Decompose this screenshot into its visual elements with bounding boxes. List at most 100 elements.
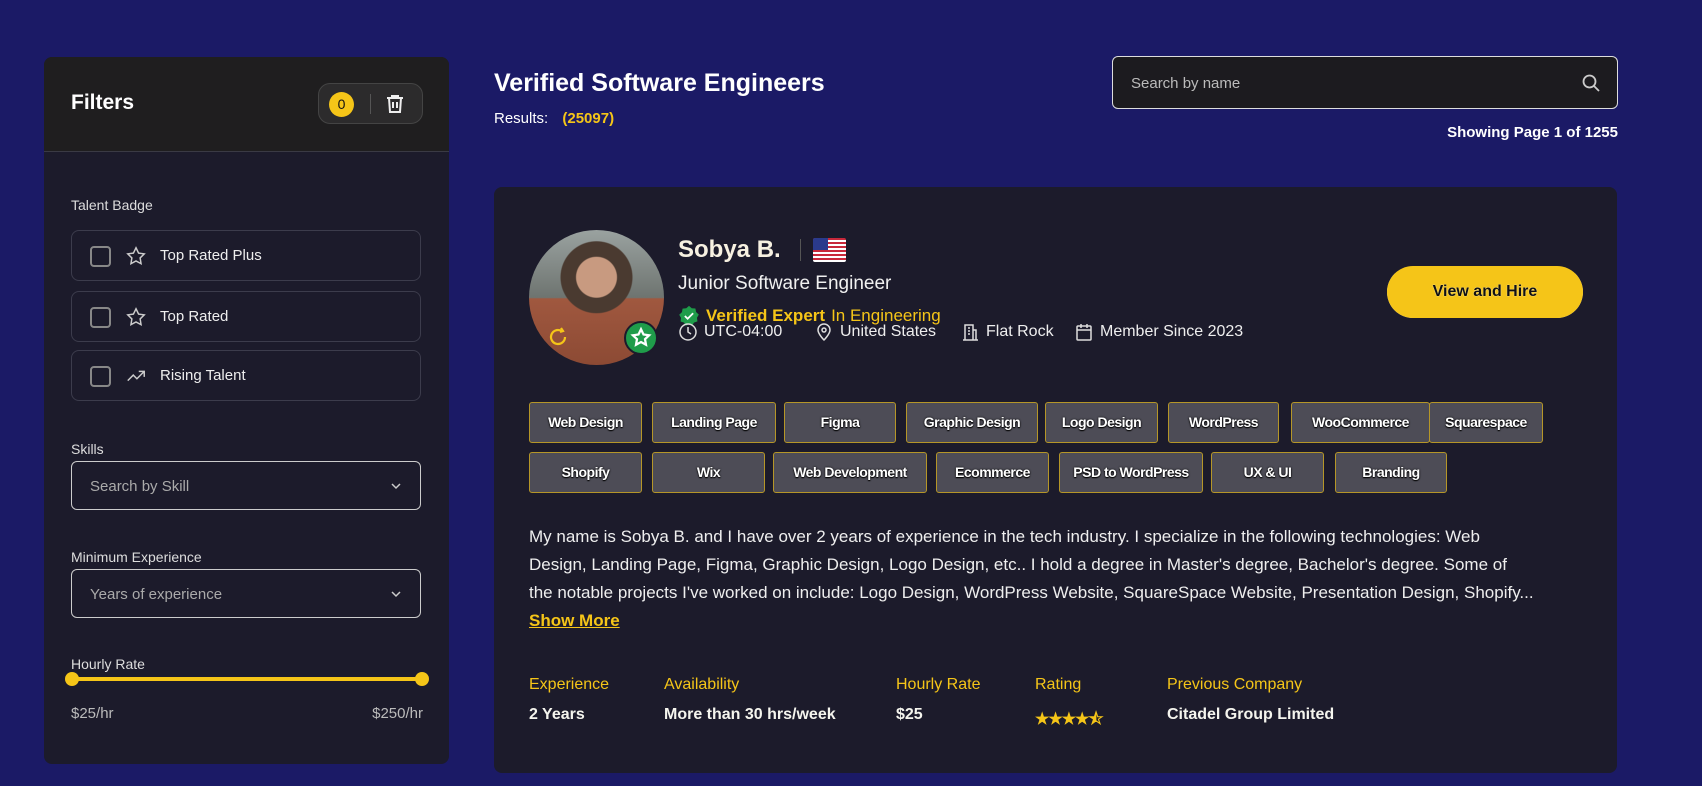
- country-text: United States: [840, 323, 937, 340]
- hourly-rate-label: Hourly Rate: [896, 676, 981, 693]
- experience-label: Experience: [529, 676, 610, 693]
- rating-stars: ★★★★⯪: [1035, 708, 1104, 735]
- calendar-icon: [1076, 324, 1092, 341]
- paging-prefix: Showing Page: [1447, 124, 1554, 141]
- rate-slider-track[interactable]: [71, 677, 423, 681]
- show-more-link[interactable]: Show More: [529, 611, 620, 631]
- view-and-hire-button[interactable]: View and Hire: [1387, 266, 1583, 318]
- skill-tag[interactable]: Landing Page: [652, 402, 776, 443]
- divider: [800, 239, 801, 261]
- rate-slider-min-handle[interactable]: [65, 672, 79, 686]
- engineer-name: Sobya B.: [678, 236, 781, 263]
- skill-tag[interactable]: Web Development: [773, 452, 927, 493]
- divider: [370, 94, 371, 114]
- skill-tag[interactable]: WooCommerce: [1291, 402, 1430, 443]
- results-summary: Results: (25097): [494, 110, 614, 127]
- checkbox[interactable]: [90, 366, 111, 387]
- filter-count-badge: 0: [329, 92, 354, 117]
- paging-info: Showing Page 1 of 1255: [1447, 124, 1618, 141]
- skills-label: Skills: [71, 441, 104, 457]
- search-placeholder: Search by name: [1131, 75, 1241, 92]
- bio-line: Design, Landing Page, Figma, Graphic Des…: [529, 555, 1507, 574]
- member-since: Member Since 2023: [1074, 322, 1243, 342]
- skill-tag[interactable]: Branding: [1335, 452, 1447, 493]
- country: United States: [814, 322, 936, 342]
- member-since-text: Member Since 2023: [1100, 323, 1244, 340]
- timezone: UTC-04:00: [678, 322, 782, 342]
- checkbox[interactable]: [90, 307, 111, 328]
- chevron-down-icon: [391, 591, 401, 598]
- chevron-down-icon: [391, 483, 401, 490]
- checkbox[interactable]: [90, 246, 111, 267]
- us-flag-icon: [813, 238, 846, 262]
- badge-label: Top Rated Plus: [160, 247, 262, 264]
- rate-min: $25/hr: [71, 705, 114, 722]
- search-by-name-input[interactable]: Search by name: [1112, 56, 1618, 109]
- paging-mid: of: [1562, 124, 1585, 141]
- star-icon: [126, 246, 146, 265]
- engineer-card: Sobya B. Junior Software Engineer Verifi…: [494, 187, 1617, 773]
- talent-badge-label: Talent Badge: [71, 197, 153, 213]
- star-filled-icon: ★: [1035, 711, 1049, 728]
- city: Flat Rock: [960, 322, 1054, 342]
- page-title: Verified Software Engineers: [494, 69, 825, 97]
- badge-option-rising-talent[interactable]: Rising Talent: [71, 350, 421, 401]
- skill-tag[interactable]: Shopify: [529, 452, 642, 493]
- location-pin-icon: [817, 323, 831, 342]
- skill-tag[interactable]: Graphic Design: [906, 402, 1038, 443]
- trash-icon[interactable]: [383, 92, 407, 116]
- skill-tag[interactable]: Web Design: [529, 402, 642, 443]
- skill-tag[interactable]: UX & UI: [1211, 452, 1324, 493]
- bio-line: My name is Sobya B. and I have over 2 ye…: [529, 527, 1480, 546]
- filters-title: Filters: [71, 91, 135, 114]
- filters-header: Filters 0: [44, 57, 449, 152]
- current-page: 1: [1553, 124, 1563, 141]
- skill-tag[interactable]: WordPress: [1168, 402, 1279, 443]
- experience-value: 2 Years: [529, 706, 585, 723]
- total-pages: 1255: [1584, 124, 1618, 141]
- availability-label: Availability: [664, 676, 740, 693]
- experience-label: Minimum Experience: [71, 549, 202, 565]
- trending-up-icon: [127, 370, 145, 382]
- hourly-rate-value: $25: [896, 706, 923, 723]
- rate-max: $250/hr: [372, 705, 423, 722]
- skill-tag[interactable]: Logo Design: [1045, 402, 1158, 443]
- hourly-rate-label: Hourly Rate: [71, 656, 145, 672]
- skill-tag[interactable]: Squarespace: [1429, 402, 1543, 443]
- badge-option-top-rated[interactable]: Top Rated: [71, 291, 421, 342]
- skill-tag[interactable]: Ecommerce: [936, 452, 1049, 493]
- previous-company-value: Citadel Group Limited: [1167, 706, 1335, 723]
- search-icon[interactable]: [1581, 73, 1601, 93]
- rising-icon: [549, 327, 567, 346]
- experience-select[interactable]: Years of experience: [71, 569, 421, 618]
- building-icon: [963, 324, 978, 341]
- badge-label: Rising Talent: [160, 367, 246, 384]
- results-count: (25097): [562, 110, 615, 127]
- filters-sidebar: Filters 0 Talent Badge Top Rated Plus To…: [44, 57, 449, 764]
- experience-placeholder: Years of experience: [90, 586, 223, 603]
- engineer-role: Junior Software Engineer: [678, 273, 892, 294]
- city-text: Flat Rock: [986, 323, 1054, 340]
- timezone-text: UTC-04:00: [704, 323, 783, 340]
- star-filled-icon: ★: [1075, 711, 1089, 728]
- star-half-icon: ⯪: [1088, 711, 1103, 728]
- rating-label: Rating: [1035, 676, 1082, 693]
- rate-slider-max-handle[interactable]: [415, 672, 429, 686]
- skill-tag[interactable]: Figma: [784, 402, 896, 443]
- availability-value: More than 30 hrs/week: [664, 706, 836, 723]
- filter-controls: 0: [318, 83, 423, 124]
- top-rated-badge: [624, 321, 658, 355]
- bio-line: the notable projects I've worked on incl…: [529, 583, 1534, 602]
- badge-label: Top Rated: [160, 308, 229, 325]
- star-filled-icon: ★: [1048, 711, 1062, 728]
- star-filled-icon: ★: [1061, 711, 1076, 728]
- badge-option-top-rated-plus[interactable]: Top Rated Plus: [71, 230, 421, 281]
- results-label: Results:: [494, 110, 549, 127]
- star-icon: [126, 307, 146, 326]
- skill-tag[interactable]: Wix: [652, 452, 765, 493]
- skills-placeholder: Search by Skill: [90, 478, 190, 495]
- clock-icon: [679, 323, 697, 341]
- skill-tag[interactable]: PSD to WordPress: [1059, 452, 1203, 493]
- star-icon: [630, 326, 652, 347]
- skills-select[interactable]: Search by Skill: [71, 461, 421, 510]
